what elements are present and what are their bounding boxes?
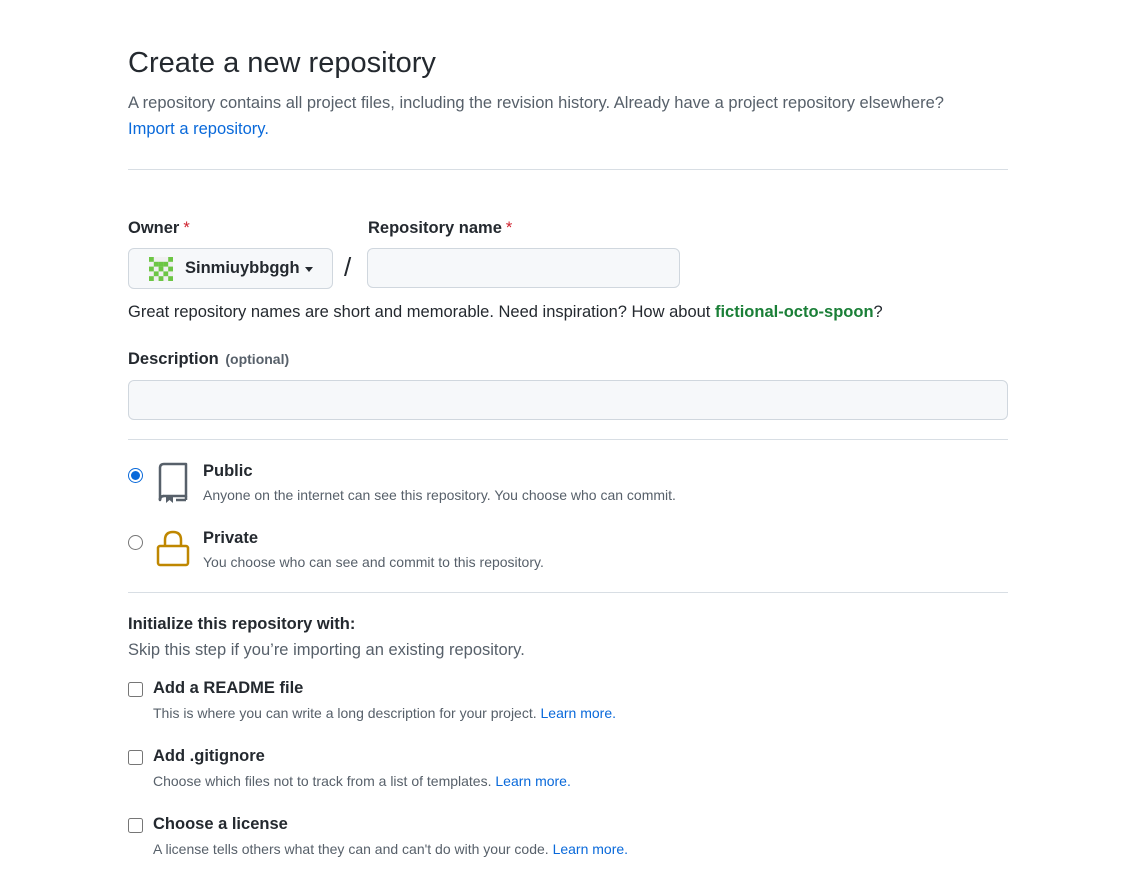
required-mark: * <box>505 219 513 237</box>
add-gitignore-title: Add .gitignore <box>153 747 265 765</box>
private-description: You choose who can see and commit to thi… <box>203 554 544 570</box>
public-title: Public <box>203 462 253 480</box>
choose-license-desc-text: A license tells others what they can and… <box>153 841 549 857</box>
choose-license-title: Choose a license <box>153 815 288 833</box>
caret-down-icon <box>304 267 313 272</box>
description-input[interactable] <box>128 380 1008 420</box>
init-section-subtitle: Skip this step if you’re importing an ex… <box>128 641 525 659</box>
optional-tag: (optional) <box>225 351 290 367</box>
description-label-text: Description <box>128 350 219 368</box>
subtitle-text: A repository contains all project files,… <box>128 94 944 112</box>
identicon-avatar-icon <box>149 256 173 281</box>
description-label: Description (optional) <box>128 350 289 369</box>
required-mark: * <box>183 219 190 237</box>
add-gitignore-description: Choose which files not to track from a l… <box>153 773 571 789</box>
divider <box>128 169 1008 170</box>
add-gitignore-checkbox[interactable] <box>128 750 143 765</box>
private-radio[interactable] <box>128 535 143 550</box>
choose-license-description: A license tells others what they can and… <box>153 841 628 857</box>
init-section-title: Initialize this repository with: <box>128 615 356 633</box>
repo-name-label-text: Repository name <box>368 219 502 237</box>
owner-label-text: Owner <box>128 219 180 237</box>
hint-suffix: ? <box>873 303 883 321</box>
hint-text: Great repository names are short and mem… <box>128 303 715 321</box>
divider <box>128 592 1008 593</box>
import-repository-link[interactable]: Import a repository. <box>128 120 269 138</box>
add-readme-title: Add a README file <box>153 679 304 697</box>
owner-repo-separator: / <box>344 252 352 282</box>
license-learn-more-link[interactable]: Learn more. <box>553 841 628 857</box>
gitignore-learn-more-link[interactable]: Learn more. <box>495 773 570 789</box>
lock-icon <box>156 530 190 567</box>
add-readme-checkbox[interactable] <box>128 682 143 697</box>
owner-label: Owner * <box>128 219 190 238</box>
choose-license-checkbox[interactable] <box>128 818 143 833</box>
suggested-name-link[interactable]: fictional-octo-spoon <box>715 303 874 321</box>
repo-icon <box>158 462 188 503</box>
owner-dropdown[interactable]: Sinmiuybbggh <box>128 248 333 289</box>
page-subtitle: A repository contains all project files,… <box>128 90 1008 142</box>
add-readme-description: This is where you can write a long descr… <box>153 705 616 721</box>
add-gitignore-desc-text: Choose which files not to track from a l… <box>153 773 492 789</box>
owner-name: Sinmiuybbggh <box>185 259 300 277</box>
repo-name-input[interactable] <box>367 248 680 288</box>
repo-name-label: Repository name * <box>368 219 512 238</box>
public-radio[interactable] <box>128 468 143 483</box>
page-title: Create a new repository <box>128 47 436 79</box>
private-title: Private <box>203 529 259 547</box>
add-readme-desc-text: This is where you can write a long descr… <box>153 705 537 721</box>
divider <box>128 439 1008 440</box>
readme-learn-more-link[interactable]: Learn more. <box>541 705 616 721</box>
public-description: Anyone on the internet can see this repo… <box>203 487 676 503</box>
repo-name-hint: Great repository names are short and mem… <box>128 303 883 322</box>
